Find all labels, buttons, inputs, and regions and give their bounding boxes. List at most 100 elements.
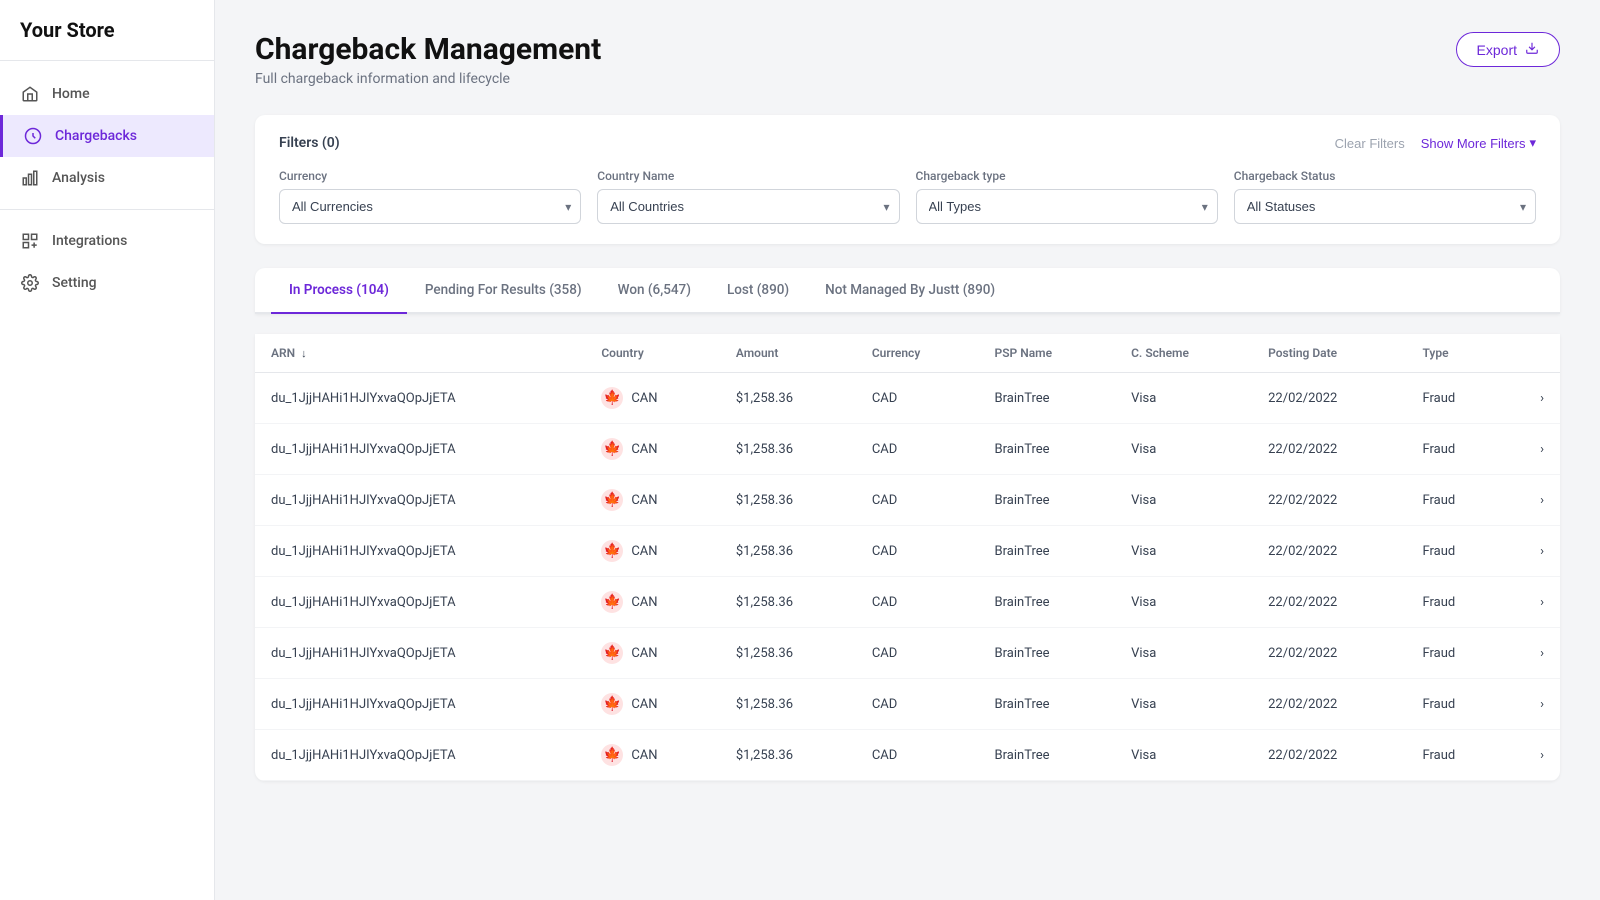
show-more-label: Show More Filters: [1421, 136, 1526, 151]
sidebar-item-analysis[interactable]: Analysis: [0, 157, 214, 199]
cell-country: 🍁 CAN: [585, 475, 720, 526]
flag-icon: 🍁: [601, 540, 623, 562]
cell-psp: BrainTree: [979, 424, 1116, 475]
currency-select[interactable]: All Currencies USD CAD EUR GBP: [279, 189, 581, 224]
table-row[interactable]: du_1JjjHAHi1HJIYxvaQOpJjETA 🍁 CAN $1,258…: [255, 475, 1560, 526]
table-row[interactable]: du_1JjjHAHi1HJIYxvaQOpJjETA 🍁 CAN $1,258…: [255, 526, 1560, 577]
export-button[interactable]: Export: [1456, 32, 1560, 67]
cell-type: Fraud: [1406, 730, 1505, 781]
tab-won[interactable]: Won (6,547): [600, 268, 709, 314]
flag-icon: 🍁: [601, 693, 623, 715]
flag-icon: 🍁: [601, 642, 623, 664]
cell-currency: CAD: [856, 730, 979, 781]
cell-currency: CAD: [856, 526, 979, 577]
cell-arn: du_1JjjHAHi1HJIYxvaQOpJjETA: [255, 373, 585, 424]
show-more-filters-button[interactable]: Show More Filters ▾: [1421, 135, 1536, 151]
cell-date: 22/02/2022: [1252, 679, 1406, 730]
sidebar-navigation: Home Chargebacks Analysis Integrations: [0, 61, 214, 900]
row-expand-button[interactable]: ›: [1505, 475, 1560, 526]
chargeback-type-filter-group: Chargeback type All Types Fraud Not Rece…: [916, 169, 1218, 224]
row-expand-button[interactable]: ›: [1505, 373, 1560, 424]
cell-scheme: Visa: [1115, 628, 1252, 679]
country-select[interactable]: All Countries Canada United States Unite…: [597, 189, 899, 224]
export-icon: [1525, 41, 1539, 58]
col-type: Type: [1406, 334, 1505, 373]
cell-date: 22/02/2022: [1252, 475, 1406, 526]
chargeback-status-select[interactable]: All Statuses In Process Pending Won Lost: [1234, 189, 1536, 224]
sidebar-item-integrations[interactable]: Integrations: [0, 220, 214, 262]
chargeback-status-filter-group: Chargeback Status All Statuses In Proces…: [1234, 169, 1536, 224]
cell-currency: CAD: [856, 679, 979, 730]
tab-not-managed[interactable]: Not Managed By Justt (890): [807, 268, 1013, 314]
sidebar-item-setting[interactable]: Setting: [0, 262, 214, 304]
cell-scheme: Visa: [1115, 730, 1252, 781]
sidebar-item-home[interactable]: Home: [0, 73, 214, 115]
cell-date: 22/02/2022: [1252, 526, 1406, 577]
tab-pending[interactable]: Pending For Results (358): [407, 268, 600, 314]
cell-currency: CAD: [856, 373, 979, 424]
cell-scheme: Visa: [1115, 679, 1252, 730]
row-expand-button[interactable]: ›: [1505, 679, 1560, 730]
cell-amount: $1,258.36: [720, 526, 856, 577]
table-row[interactable]: du_1JjjHAHi1HJIYxvaQOpJjETA 🍁 CAN $1,258…: [255, 679, 1560, 730]
sidebar-logo: Your Store: [0, 0, 214, 61]
cell-psp: BrainTree: [979, 679, 1116, 730]
cell-psp: BrainTree: [979, 526, 1116, 577]
chargeback-type-select-wrapper: All Types Fraud Not Received General: [916, 189, 1218, 224]
table-row[interactable]: du_1JjjHAHi1HJIYxvaQOpJjETA 🍁 CAN $1,258…: [255, 424, 1560, 475]
row-expand-button[interactable]: ›: [1505, 577, 1560, 628]
cell-currency: CAD: [856, 577, 979, 628]
page-title: Chargeback Management: [255, 32, 601, 67]
col-arn[interactable]: ARN ↓: [255, 334, 585, 373]
table-row[interactable]: du_1JjjHAHi1HJIYxvaQOpJjETA 🍁 CAN $1,258…: [255, 577, 1560, 628]
cell-country: 🍁 CAN: [585, 373, 720, 424]
sidebar-item-chargebacks[interactable]: Chargebacks: [0, 115, 214, 157]
table-row[interactable]: du_1JjjHAHi1HJIYxvaQOpJjETA 🍁 CAN $1,258…: [255, 730, 1560, 781]
cell-amount: $1,258.36: [720, 373, 856, 424]
filters-title: Filters (0): [279, 135, 340, 151]
cell-psp: BrainTree: [979, 373, 1116, 424]
row-expand-button[interactable]: ›: [1505, 526, 1560, 577]
flag-icon: 🍁: [601, 489, 623, 511]
country-code: CAN: [631, 697, 657, 712]
filters-actions: Clear Filters Show More Filters ▾: [1335, 135, 1536, 151]
currency-label: Currency: [279, 169, 581, 183]
cell-amount: $1,258.36: [720, 577, 856, 628]
tab-in-process[interactable]: In Process (104): [271, 268, 407, 314]
tab-lost[interactable]: Lost (890): [709, 268, 807, 314]
currency-filter-group: Currency All Currencies USD CAD EUR GBP: [279, 169, 581, 224]
col-expand: [1505, 334, 1560, 373]
cell-type: Fraud: [1406, 679, 1505, 730]
cell-arn: du_1JjjHAHi1HJIYxvaQOpJjETA: [255, 730, 585, 781]
chargeback-type-label: Chargeback type: [916, 169, 1218, 183]
cell-country: 🍁 CAN: [585, 628, 720, 679]
table-body: du_1JjjHAHi1HJIYxvaQOpJjETA 🍁 CAN $1,258…: [255, 373, 1560, 781]
sidebar-item-home-label: Home: [52, 86, 90, 102]
cell-scheme: Visa: [1115, 424, 1252, 475]
sidebar: Your Store Home Chargebacks Analysis: [0, 0, 215, 900]
cell-country: 🍁 CAN: [585, 424, 720, 475]
chargebacks-table: ARN ↓ Country Amount Currency PSP Name C…: [255, 334, 1560, 781]
table-header: ARN ↓ Country Amount Currency PSP Name C…: [255, 334, 1560, 373]
row-expand-button[interactable]: ›: [1505, 628, 1560, 679]
country-code: CAN: [631, 595, 657, 610]
cell-date: 22/02/2022: [1252, 373, 1406, 424]
cell-amount: $1,258.36: [720, 730, 856, 781]
page-header: Chargeback Management Full chargeback in…: [255, 32, 1560, 87]
chargeback-type-select[interactable]: All Types Fraud Not Received General: [916, 189, 1218, 224]
row-expand-button[interactable]: ›: [1505, 730, 1560, 781]
cell-arn: du_1JjjHAHi1HJIYxvaQOpJjETA: [255, 679, 585, 730]
table-row[interactable]: du_1JjjHAHi1HJIYxvaQOpJjETA 🍁 CAN $1,258…: [255, 628, 1560, 679]
cell-arn: du_1JjjHAHi1HJIYxvaQOpJjETA: [255, 577, 585, 628]
table-row[interactable]: du_1JjjHAHi1HJIYxvaQOpJjETA 🍁 CAN $1,258…: [255, 373, 1560, 424]
tabs-table-section: In Process (104) Pending For Results (35…: [255, 268, 1560, 781]
country-label: Country Name: [597, 169, 899, 183]
flag-icon: 🍁: [601, 438, 623, 460]
page-title-wrap: Chargeback Management Full chargeback in…: [255, 32, 601, 87]
chargeback-status-select-wrapper: All Statuses In Process Pending Won Lost: [1234, 189, 1536, 224]
country-code: CAN: [631, 442, 657, 457]
clear-filters-button[interactable]: Clear Filters: [1335, 136, 1405, 151]
row-expand-button[interactable]: ›: [1505, 424, 1560, 475]
cell-amount: $1,258.36: [720, 424, 856, 475]
country-code: CAN: [631, 391, 657, 406]
